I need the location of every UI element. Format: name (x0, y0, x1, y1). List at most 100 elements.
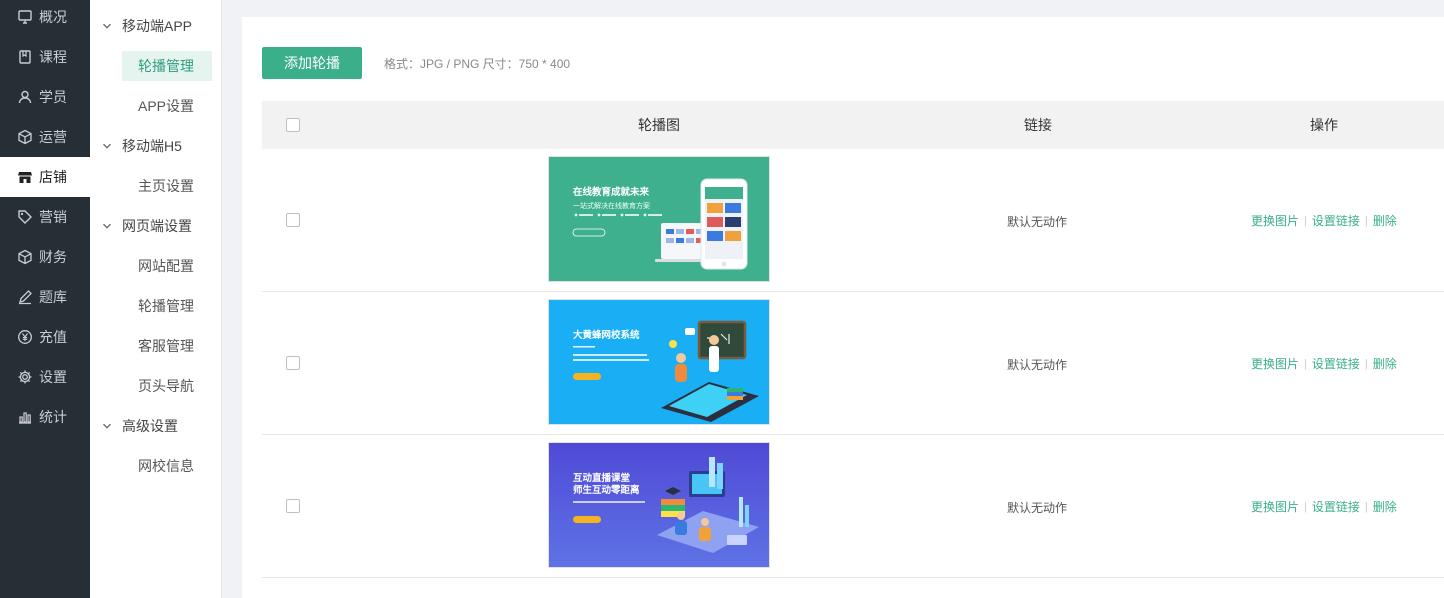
set-link-link[interactable]: 设置链接 (1312, 212, 1360, 229)
row-checkbox[interactable] (286, 499, 300, 513)
banner-subtitle: 师生互动零距离 (573, 484, 640, 496)
divider: | (1304, 214, 1307, 227)
sidebar-item-finance[interactable]: 财务 (0, 237, 90, 277)
sidebar-item-operations[interactable]: 运营 (0, 117, 90, 157)
replace-image-link[interactable]: 更换图片 (1251, 498, 1299, 515)
submenu-item-app-carousel[interactable]: 轮播管理 (122, 51, 212, 81)
sidebar-item-overview[interactable]: 概况 (0, 0, 90, 37)
add-carousel-button[interactable]: 添加轮播 (262, 47, 362, 79)
sidebar-item-marketing[interactable]: 营销 (0, 197, 90, 237)
replace-image-link[interactable]: 更换图片 (1251, 355, 1299, 372)
main-sidebar: 概况 课程 学员 运营 店铺 营销 财务 题库 充值 设置 统计 (0, 0, 90, 598)
submenu-item-label: 页头导航 (138, 378, 194, 394)
link-value: 默认无动作 (1007, 215, 1068, 229)
submenu-item-web-carousel[interactable]: 轮播管理 (122, 291, 212, 321)
sidebar-item-label: 题库 (39, 289, 67, 305)
banner-subtitle: 一站式解决在线教育方案 (573, 201, 650, 210)
sidebar-item-courses[interactable]: 课程 (0, 37, 90, 77)
submenu-item-label: 网站配置 (138, 258, 194, 274)
sidebar-item-statistics[interactable]: 统计 (0, 397, 90, 437)
submenu-item-header-nav[interactable]: 页头导航 (122, 371, 212, 401)
submenu-item-label: APP设置 (138, 98, 195, 114)
link-value: 默认无动作 (1007, 358, 1068, 372)
submenu-group-mobile-h5[interactable]: 移动端H5 (90, 126, 222, 166)
sidebar-item-label: 设置 (39, 369, 67, 385)
table-row: 大黄蜂网校系统 默认无动作 更换图片 | 设置链接 | 删除 (262, 292, 1444, 435)
main-content: 添加轮播 格式：JPG / PNG 尺寸：750 * 400 轮播图 链接 操作… (242, 17, 1444, 598)
submenu-item-label: 主页设置 (138, 178, 194, 194)
sidebar-item-label: 店铺 (39, 169, 67, 185)
column-header-banner: 轮播图 (638, 117, 680, 133)
submenu-item-homepage-settings[interactable]: 主页设置 (122, 171, 212, 201)
submenu-item-label: 轮播管理 (138, 58, 194, 74)
submenu-item-customer-service[interactable]: 客服管理 (122, 331, 212, 361)
submenu-item-label: 客服管理 (138, 338, 194, 354)
divider: | (1364, 357, 1368, 370)
tag-icon (17, 209, 33, 225)
submenu-item-label: 网校信息 (138, 458, 194, 474)
row-checkbox[interactable] (286, 356, 300, 370)
divider: | (1304, 357, 1307, 370)
format-hint: 格式：JPG / PNG 尺寸：750 * 400 (384, 57, 571, 71)
banner-thumbnail[interactable]: 在线教育成就未来 一站式解决在线教育方案 (548, 156, 770, 282)
banner-title: 大黄蜂网校系统 (573, 329, 640, 341)
banner-thumbnail[interactable]: 互动直播课堂 师生互动零距离 (548, 442, 770, 568)
submenu-group-advanced[interactable]: 高级设置 (90, 406, 222, 446)
row-checkbox[interactable] (286, 213, 300, 227)
submenu-group-web-settings[interactable]: 网页端设置 (90, 206, 222, 246)
submenu-item-school-info[interactable]: 网校信息 (122, 451, 212, 481)
sidebar-item-label: 学员 (39, 89, 67, 105)
box-icon (17, 249, 33, 265)
table-row: 在线教育成就未来 一站式解决在线教育方案 默认无动作 更换图片 | 设置链接 |… (262, 149, 1444, 292)
set-link-link[interactable]: 设置链接 (1312, 355, 1360, 372)
sidebar-item-label: 概况 (39, 9, 67, 25)
submenu-group-label: 高级设置 (122, 418, 178, 434)
submenu-item-site-config[interactable]: 网站配置 (122, 251, 212, 281)
monitor-icon (17, 9, 33, 25)
table-row: 互动直播课堂 师生互动零距离 默认无动作 更换图片 | 设置链接 | 删除 (262, 435, 1444, 578)
submenu-group-mobile-app[interactable]: 移动端APP (90, 6, 222, 46)
column-header-actions: 操作 (1310, 117, 1338, 133)
row-actions: 更换图片 | 设置链接 | 删除 (1251, 355, 1397, 372)
sidebar-item-label: 统计 (39, 409, 67, 425)
submenu-item-label: 轮播管理 (138, 298, 194, 314)
banner-thumbnail[interactable]: 大黄蜂网校系统 (548, 299, 770, 425)
sidebar-item-question-bank[interactable]: 题库 (0, 277, 90, 317)
submenu-group-label: 网页端设置 (122, 218, 192, 234)
delete-link[interactable]: 删除 (1373, 498, 1397, 515)
table-header: 轮播图 链接 操作 (262, 101, 1444, 149)
sidebar-item-settings[interactable]: 设置 (0, 357, 90, 397)
select-all-checkbox[interactable] (286, 118, 300, 132)
delete-link[interactable]: 删除 (1373, 212, 1397, 229)
delete-link[interactable]: 删除 (1373, 355, 1397, 372)
user-icon (17, 89, 33, 105)
divider: | (1364, 214, 1368, 227)
sidebar-item-store[interactable]: 店铺 (0, 157, 90, 197)
replace-image-link[interactable]: 更换图片 (1251, 212, 1299, 229)
sidebar-item-label: 营销 (39, 209, 67, 225)
chevron-down-icon (103, 143, 111, 149)
banner-title: 互动直播课堂 (573, 472, 631, 484)
sidebar-item-recharge[interactable]: 充值 (0, 317, 90, 357)
pen-icon (17, 289, 33, 305)
link-value: 默认无动作 (1007, 501, 1068, 515)
sidebar-item-students[interactable]: 学员 (0, 77, 90, 117)
divider: | (1364, 500, 1368, 513)
sidebar-item-label: 课程 (39, 49, 67, 65)
row-actions: 更换图片 | 设置链接 | 删除 (1251, 498, 1397, 515)
gear-icon (17, 369, 33, 385)
yen-icon (17, 329, 33, 345)
chevron-down-icon (103, 23, 111, 29)
banner-title: 在线教育成就未来 (573, 186, 650, 198)
sidebar-item-label: 充值 (39, 329, 67, 345)
sidebar-item-label: 运营 (39, 129, 67, 145)
divider: | (1304, 500, 1307, 513)
sidebar-item-label: 财务 (39, 249, 67, 265)
sub-menu: 移动端APP 轮播管理 APP设置 移动端H5 主页设置 网页端设置 网站配置 … (90, 0, 222, 598)
chevron-down-icon (103, 423, 111, 429)
set-link-link[interactable]: 设置链接 (1312, 498, 1360, 515)
book-icon (17, 49, 33, 65)
cube-icon (17, 129, 33, 145)
submenu-item-app-settings[interactable]: APP设置 (122, 91, 212, 121)
submenu-group-label: 移动端H5 (122, 138, 182, 154)
